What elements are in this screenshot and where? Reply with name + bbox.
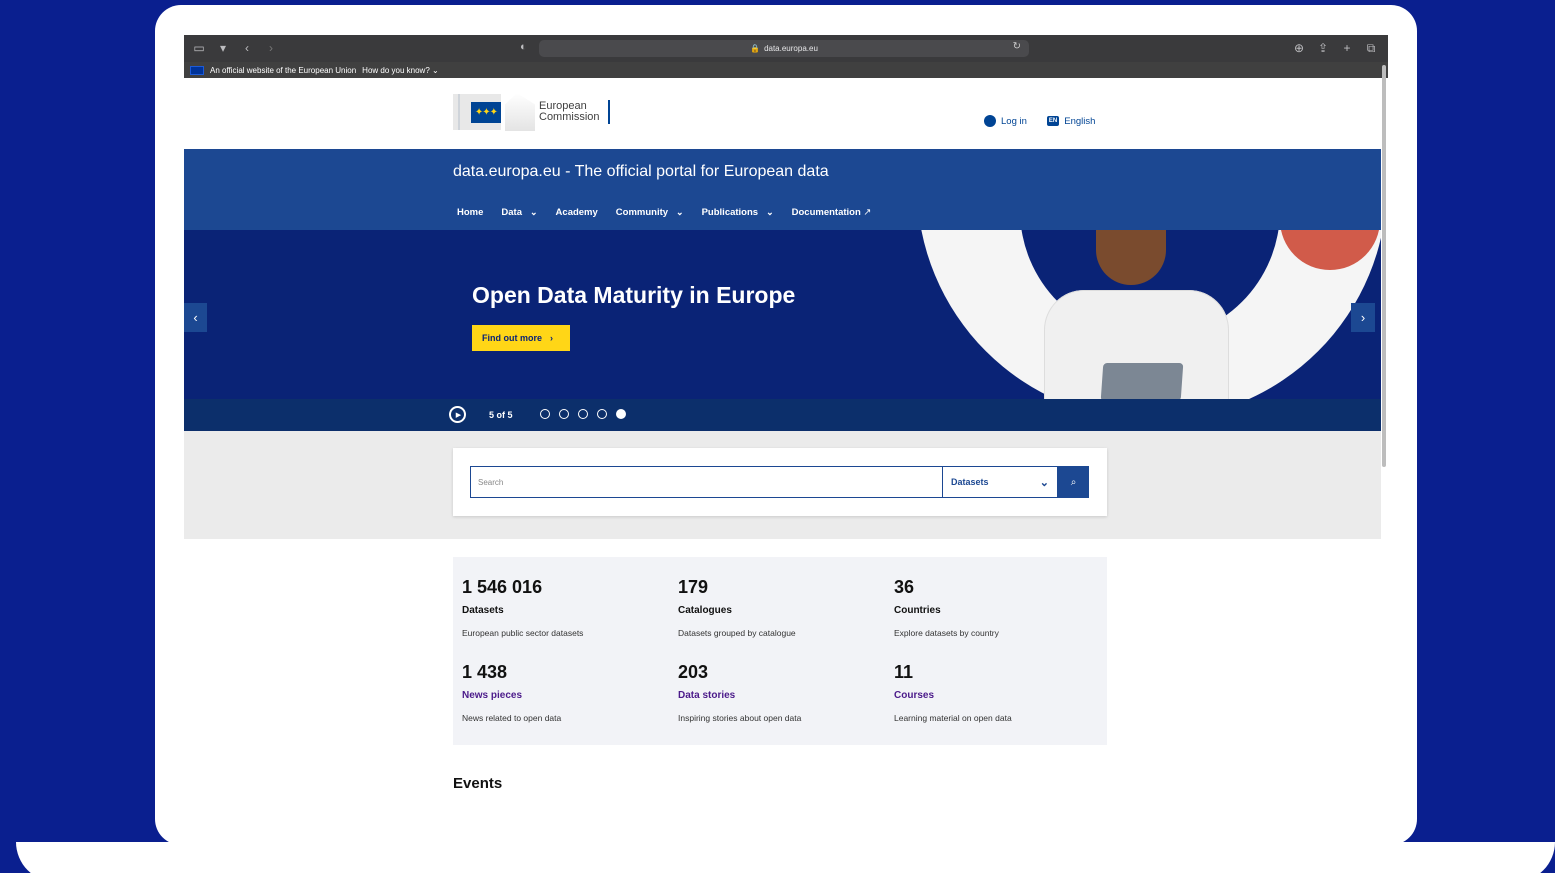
nav-item-academy[interactable]: Academy [556, 207, 598, 218]
address-bar[interactable]: 🔒 data.europa.eu ↻ [539, 40, 1029, 57]
chevron-right-icon: › [550, 333, 553, 343]
eu-flag-icon [190, 65, 204, 75]
play-icon[interactable]: ▶ [449, 406, 466, 423]
reload-icon[interactable]: ↻ [1013, 41, 1021, 52]
find-out-more-button[interactable]: Find out more › [472, 325, 570, 351]
forward-icon[interactable]: › [264, 41, 278, 55]
site-header-bar: data.europa.eu - The official portal for… [184, 149, 1381, 230]
main-navigation: Home Data ⌄ Academy Community ⌄ Publicatio… [457, 207, 871, 218]
carousel-dot-1[interactable] [540, 409, 550, 419]
nav-item-documentation[interactable]: Documentation ↗ [792, 207, 872, 218]
ec-building-icon [505, 93, 535, 131]
stat-number: 1 546 016 [462, 577, 543, 597]
stat-courses[interactable]: 11 Courses Learning material on open dat… [894, 662, 1094, 723]
carousel-dot-4[interactable] [597, 409, 607, 419]
stat-link-label[interactable]: News pieces [462, 690, 662, 701]
carousel-controls: ▶ 5 of 5 [184, 399, 1381, 431]
nav-item-community[interactable]: Community ⌄ [616, 207, 684, 218]
nav-item-data[interactable]: Data ⌄ [501, 207, 537, 218]
browser-window: ▭ ▾ ‹ › ◐ 🔒 data.europa.eu ↻ ⊕ ⇪ + ⧉ An … [184, 35, 1388, 805]
stat-description: News related to open data [462, 713, 562, 723]
user-icon [984, 115, 996, 127]
chevron-down-icon: ⌄ [530, 207, 538, 217]
stat-number: 1 438 [462, 662, 508, 682]
search-scope-select[interactable]: Datasets ⌄ [942, 466, 1058, 498]
stat-catalogues[interactable]: 179 Catalogues Datasets grouped by catal… [678, 577, 878, 638]
logo-text-line2: Commission [539, 111, 600, 123]
chevron-left-icon: ‹ [193, 310, 198, 325]
lock-icon: 🔒 [750, 44, 761, 53]
search-icon: ⌕ [1070, 476, 1077, 488]
new-tab-icon[interactable]: + [1340, 41, 1354, 55]
eu-official-text: An official website of the European Unio… [210, 65, 357, 75]
language-selector[interactable]: EN English [1046, 116, 1095, 127]
stat-number: 203 [678, 662, 709, 682]
chevron-down-icon: ⌄ [766, 207, 774, 217]
ec-flag-icon: ✦✦✦ [453, 94, 501, 130]
stat-link-label[interactable]: Data stories [678, 690, 878, 701]
tabs-overview-icon[interactable]: ⧉ [1364, 41, 1378, 55]
stat-description: European public sector datasets [462, 628, 584, 638]
how-do-you-know-link[interactable]: How do you know? ⌄ [362, 66, 439, 75]
stat-number: 11 [894, 662, 914, 682]
search-input[interactable]: Search [470, 466, 943, 498]
slide-counter: 5 of 5 [489, 410, 513, 420]
stat-link-label[interactable]: Courses [894, 690, 1094, 701]
sidebar-icon[interactable]: ▭ [192, 41, 206, 55]
carousel-prev-button[interactable]: ‹ [184, 303, 207, 332]
hero-tablet-image [1100, 363, 1184, 399]
browser-toolbar: ▭ ▾ ‹ › ◐ 🔒 data.europa.eu ↻ ⊕ ⇪ + ⧉ [184, 35, 1388, 62]
stat-description: Inspiring stories about open data [678, 713, 802, 723]
stat-description: Datasets grouped by catalogue [678, 628, 796, 638]
events-heading: Events [453, 775, 503, 792]
stat-number: 36 [894, 577, 915, 597]
hero-title: Open Data Maturity in Europe [472, 282, 796, 308]
share-icon[interactable]: ⇪ [1316, 41, 1330, 55]
search-card: Search Datasets ⌄ ⌕ [453, 448, 1107, 516]
carousel-dots [540, 409, 626, 419]
chevron-down-icon: ⌄ [676, 207, 684, 217]
nav-item-home[interactable]: Home [457, 207, 483, 218]
login-link[interactable]: Log in [984, 115, 1027, 127]
carousel-next-button[interactable]: › [1351, 303, 1375, 332]
address-url: data.europa.eu [764, 44, 818, 53]
back-icon[interactable]: ‹ [240, 41, 254, 55]
search-button[interactable]: ⌕ [1058, 466, 1089, 498]
stat-number: 179 [678, 577, 709, 597]
header-links: Log in EN English [984, 115, 1095, 127]
search-section: Search Datasets ⌄ ⌕ [184, 431, 1381, 539]
stat-label: Datasets [462, 605, 504, 616]
stat-description: Learning material on open data [894, 713, 1012, 723]
download-icon[interactable]: ⊕ [1292, 41, 1306, 55]
chevron-right-icon: › [1360, 310, 1366, 325]
statistics-panel: 1 546 016 Datasets European public secto… [453, 557, 1107, 745]
stat-news-pieces[interactable]: 1 438 News pieces News related to open d… [462, 662, 662, 723]
carousel-dot-5[interactable] [616, 409, 626, 419]
stat-datasets[interactable]: 1 546 016 Datasets European public secto… [462, 577, 662, 638]
eu-official-banner: An official website of the European Unio… [184, 62, 1388, 78]
shield-icon[interactable]: ◐ [520, 41, 527, 53]
european-commission-logo[interactable]: ✦✦✦ European Commission [453, 93, 610, 131]
chevron-down-icon[interactable]: ▾ [216, 41, 230, 55]
language-icon: EN [1046, 116, 1060, 126]
page-scrollbar[interactable] [1382, 65, 1386, 467]
stat-label: Catalogues [678, 605, 732, 616]
stat-countries[interactable]: 36 Countries Explore datasets by country [894, 577, 1094, 638]
stat-label: Countries [894, 605, 941, 616]
stat-description: Explore datasets by country [894, 628, 999, 638]
carousel-dot-3[interactable] [578, 409, 588, 419]
hero-carousel: Open Data Maturity in Europe Find out mo… [184, 230, 1381, 399]
site-title[interactable]: data.europa.eu - The official portal for… [453, 163, 829, 181]
carousel-dot-2[interactable] [559, 409, 569, 419]
external-link-icon: ↗ [863, 207, 872, 218]
chevron-down-icon: ⌄ [1039, 476, 1049, 489]
nav-item-publications[interactable]: Publications ⌄ [702, 207, 774, 218]
stat-data-stories[interactable]: 203 Data stories Inspiring stories about… [678, 662, 878, 723]
laptop-base [16, 842, 1555, 873]
